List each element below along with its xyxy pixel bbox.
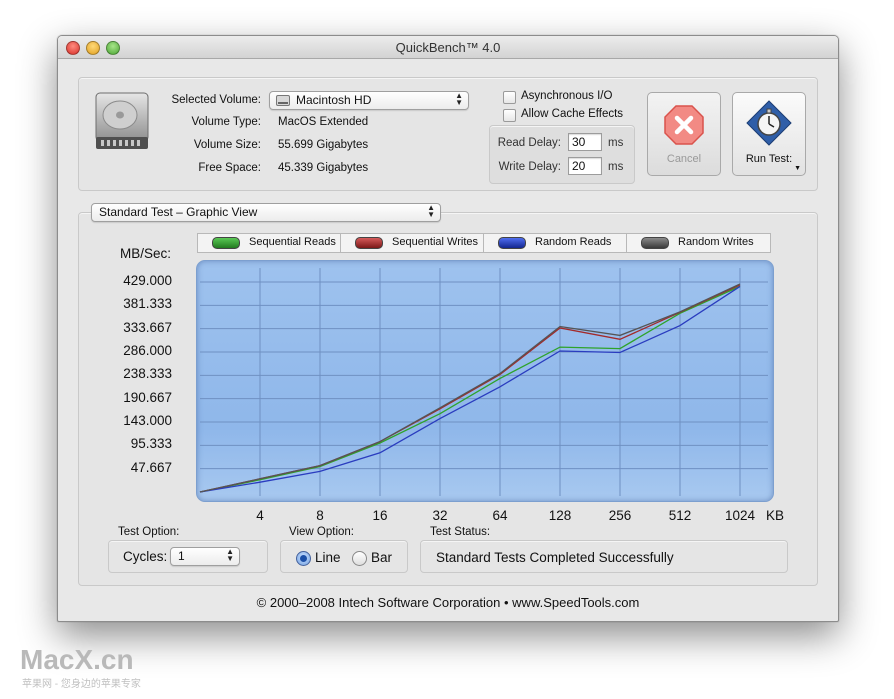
- legend-label: Sequential Writes: [392, 236, 479, 248]
- y-tick-label: 238.333: [123, 366, 172, 382]
- legend-swatch: [498, 237, 526, 249]
- window-title: QuickBench™ 4.0: [395, 40, 501, 55]
- volume-select[interactable]: Macintosh HD ▲ ▼: [269, 91, 469, 110]
- copyright-footer: © 2000–2008 Intech Software Corporation …: [256, 595, 640, 610]
- legend-item: Sequential Writes: [341, 234, 484, 252]
- selected-volume-label: Selected Volume:: [171, 94, 261, 106]
- read-delay-unit: ms: [608, 137, 624, 149]
- x-tick-label: 4: [256, 508, 264, 523]
- stopwatch-icon: [746, 100, 792, 146]
- test-option-label: Test Option:: [118, 526, 180, 538]
- hard-disk-icon: [95, 92, 149, 149]
- x-tick-label: 16: [372, 508, 388, 523]
- legend-swatch: [212, 237, 240, 249]
- read-delay-field[interactable]: 30: [568, 133, 602, 151]
- cycles-select[interactable]: 1 ▲ ▼: [170, 547, 240, 566]
- stop-icon: [664, 105, 704, 145]
- legend-label: Sequential Reads: [249, 236, 336, 248]
- run-test-label: Run Test:: [745, 153, 793, 165]
- x-tick-label: 64: [492, 508, 508, 523]
- cycles-value: 1: [178, 549, 185, 563]
- test-status-label: Test Status:: [430, 526, 491, 538]
- watermark-logo: MacX.cn: [20, 644, 134, 675]
- watermark-tagline: 苹果网 - 您身边的苹果专家: [22, 679, 141, 690]
- legend-label: Random Reads: [535, 236, 612, 248]
- y-tick-label: 333.667: [123, 319, 172, 335]
- legend-item: Random Writes: [627, 234, 770, 252]
- series-line-random-reads: [199, 285, 741, 493]
- bar-view-radio[interactable]: [352, 551, 367, 566]
- write-delay-field[interactable]: 20: [568, 157, 602, 175]
- view-option-label: View Option:: [289, 526, 354, 538]
- cycles-label: Cycles:: [123, 549, 168, 564]
- x-tick-label: 8: [316, 508, 324, 523]
- volume-size-value: 55.699 Gigabytes: [278, 139, 369, 151]
- line-view-radio[interactable]: [296, 551, 311, 566]
- popup-arrows-icon: ▲ ▼: [226, 547, 234, 563]
- cancel-label: Cancel: [666, 153, 702, 165]
- volume-type-label: Volume Type:: [191, 116, 261, 128]
- cancel-button[interactable]: Cancel: [647, 92, 721, 176]
- legend-swatch: [355, 237, 383, 249]
- run-test-button[interactable]: Run Test: ▼: [732, 92, 806, 176]
- read-delay-label: Read Delay:: [497, 137, 561, 149]
- free-space-label: Free Space:: [198, 162, 261, 174]
- allow-cache-label: Allow Cache Effects: [521, 108, 624, 120]
- app-window: QuickBench™ 4.0 Selected Volume: Macinto…: [57, 35, 839, 622]
- legend-item: Random Reads: [484, 234, 627, 252]
- series-line-random-writes: [199, 283, 741, 493]
- series-line-sequential-reads: [199, 285, 741, 493]
- popup-arrows-icon: ▲ ▼: [455, 91, 463, 107]
- x-tick-label: 1024: [724, 508, 756, 523]
- y-tick-label: 190.667: [123, 389, 172, 405]
- free-space-value: 45.339 Gigabytes: [278, 162, 369, 174]
- view-mode-value: Standard Test – Graphic View: [99, 205, 258, 219]
- y-tick-label: 286.000: [123, 343, 172, 358]
- async-io-label: Asynchronous I/O: [521, 90, 613, 102]
- popup-arrows-icon: ▲ ▼: [427, 203, 435, 219]
- allow-cache-checkbox[interactable]: [503, 109, 516, 122]
- legend-item: Sequential Reads: [198, 234, 341, 252]
- chart-legend: Sequential Reads Sequential Writes Rando…: [197, 233, 771, 253]
- line-view-label: Line: [315, 550, 341, 565]
- volume-select-value: Macintosh HD: [296, 93, 372, 107]
- legend-label: Random Writes: [678, 236, 754, 248]
- y-axis-label: MB/Sec:: [120, 246, 172, 261]
- series-line-sequential-writes: [199, 284, 741, 493]
- small-drive-icon: [276, 95, 290, 106]
- delay-box: [489, 125, 635, 184]
- volume-type-value: MacOS Extended: [278, 116, 369, 128]
- volume-size-label: Volume Size:: [193, 139, 261, 151]
- x-axis-unit: KB: [766, 508, 785, 523]
- y-tick-label: 429.000: [123, 273, 172, 288]
- y-tick-label: 143.000: [123, 413, 172, 428]
- x-tick-label: 512: [668, 508, 692, 523]
- y-tick-label: 47.667: [130, 459, 172, 475]
- legend-swatch: [641, 237, 669, 249]
- write-delay-label: Write Delay:: [498, 161, 561, 173]
- bar-view-label: Bar: [371, 550, 393, 565]
- title-bar: QuickBench™ 4.0: [58, 36, 838, 59]
- async-io-checkbox[interactable]: [503, 91, 516, 104]
- y-tick-label: 95.333: [130, 436, 172, 452]
- x-tick-label: 256: [608, 508, 632, 523]
- line-chart: [199, 268, 768, 496]
- y-tick-label: 381.333: [123, 296, 172, 312]
- view-mode-select[interactable]: Standard Test – Graphic View ▲ ▼: [91, 203, 441, 222]
- test-status-value: Standard Tests Completed Successfully: [436, 550, 674, 565]
- write-delay-unit: ms: [608, 161, 624, 173]
- x-tick-label: 128: [548, 508, 572, 523]
- dropdown-arrow-icon: ▼: [794, 165, 801, 172]
- x-tick-label: 32: [432, 508, 448, 523]
